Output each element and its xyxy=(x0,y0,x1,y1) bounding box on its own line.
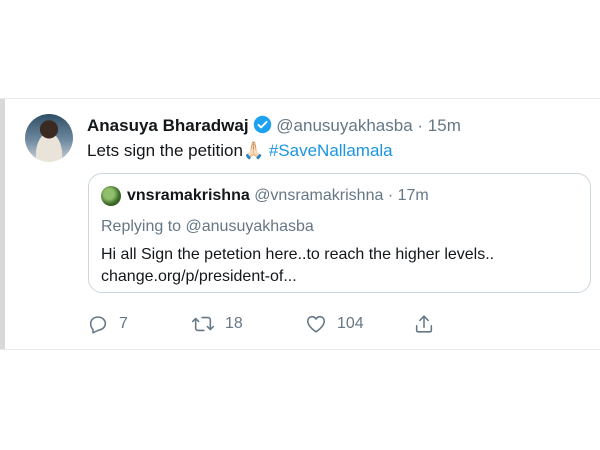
like-icon xyxy=(305,313,327,335)
author-name[interactable]: Anasuya Bharadwaj xyxy=(87,116,249,135)
quoted-tweet-header: vnsramakrishna @vnsramakrishna · 17m xyxy=(127,186,429,206)
reply-button[interactable]: 7 xyxy=(87,312,128,336)
tweet-actions: 7 18 104 xyxy=(87,312,447,336)
replying-to-handle: @anusuyakhasba xyxy=(185,218,314,235)
quoted-text-line-1: Hi all Sign the petetion here..to reach … xyxy=(101,246,495,263)
replying-to: Replying to @anusuyakhasba xyxy=(101,217,314,237)
separator-dot: · xyxy=(417,116,424,135)
reply-icon xyxy=(87,313,109,335)
reply-count: 7 xyxy=(119,315,128,332)
verified-badge-icon xyxy=(253,115,272,140)
retweet-button[interactable]: 18 xyxy=(191,312,243,336)
like-count: 104 xyxy=(337,315,364,332)
quoted-separator-dot: · xyxy=(387,187,394,204)
hashtag-link[interactable]: #SaveNallamala xyxy=(269,141,393,160)
author-handle[interactable]: @anusuyakhasba xyxy=(276,116,412,135)
quoted-text-line-2: change.org/p/president-of... xyxy=(101,268,297,285)
tweet-header: Anasuya Bharadwaj @anusuyakhasba · 15m xyxy=(87,115,461,140)
tweet-text-main: Lets sign the petition🙏🏻 xyxy=(87,141,269,160)
like-button[interactable]: 104 xyxy=(305,312,364,336)
quoted-author-name: vnsramakrishna xyxy=(127,187,250,204)
quoted-author-avatar xyxy=(101,186,121,206)
quoted-tweet-text: Hi all Sign the petetion here..to reach … xyxy=(101,244,494,288)
author-avatar[interactable] xyxy=(25,114,73,162)
retweet-count: 18 xyxy=(225,315,243,332)
tweet-timestamp[interactable]: 15m xyxy=(428,116,461,135)
quoted-tweet[interactable]: vnsramakrishna @vnsramakrishna · 17m Rep… xyxy=(88,173,591,293)
tweet-text: Lets sign the petition🙏🏻 #SaveNallamala xyxy=(87,140,393,162)
tweet-card[interactable]: Anasuya Bharadwaj @anusuyakhasba · 15m L… xyxy=(0,98,600,350)
quoted-author-handle: @vnsramakrishna xyxy=(254,187,384,204)
quoted-timestamp: 17m xyxy=(397,187,429,204)
share-button[interactable] xyxy=(413,312,435,336)
share-icon xyxy=(413,313,435,335)
replying-to-label: Replying to xyxy=(101,218,186,235)
retweet-icon xyxy=(191,313,215,335)
